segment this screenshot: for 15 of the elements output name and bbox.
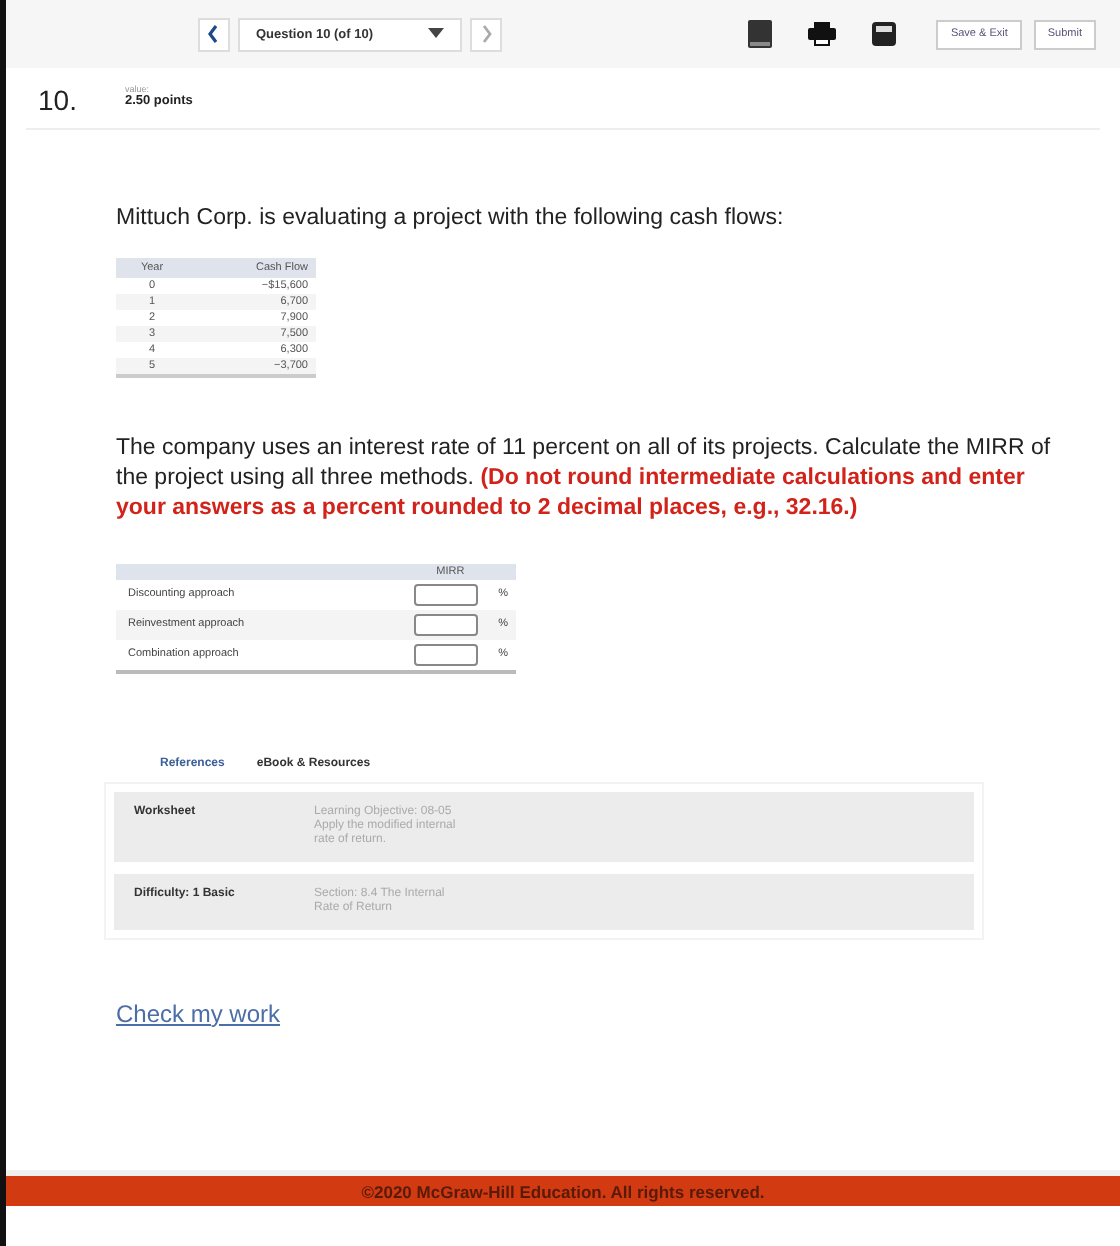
previous-button[interactable] [198, 17, 230, 51]
copyright-text: ©2020 McGraw-Hill Education. All rights reserved. [361, 1181, 765, 1201]
question-text: Mittuch Corp. is evaluating a project with the following cash flows: [116, 206, 786, 230]
print-icon[interactable] [808, 22, 837, 46]
answer-field[interactable] [414, 613, 479, 636]
calculator-icon[interactable] [872, 22, 897, 46]
question-number: 10. [38, 84, 77, 116]
answer-field[interactable] [414, 643, 479, 666]
instructions-text: The company uses an interest rate of 11 percent on all of its projects. Calculate the MIRR of the project using all three methods. (Do not round intermediate calculations and enter your answers as a percent rounded to 2 decimal places, e.g., 32.16.) [116, 434, 1053, 524]
answer-field[interactable] [414, 583, 479, 606]
check-my-work-link[interactable]: Check my work [116, 999, 281, 1028]
chevron-right-icon [478, 24, 494, 44]
chevron-left-icon [206, 24, 222, 44]
caret-icon [428, 28, 444, 40]
book-icon[interactable] [748, 20, 773, 48]
